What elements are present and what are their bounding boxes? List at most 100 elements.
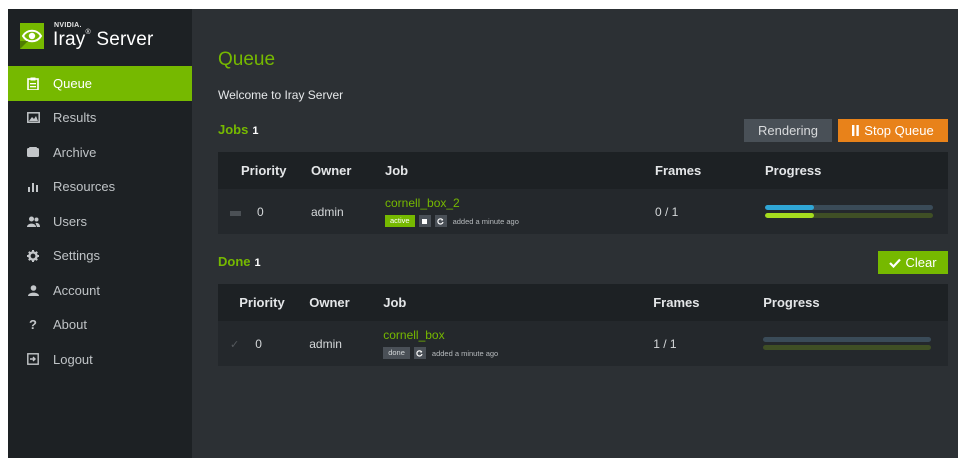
logo-product: Iray® Server xyxy=(53,29,154,51)
logout-icon xyxy=(26,352,40,366)
question-icon: ? xyxy=(29,317,37,333)
owner-column-header[interactable]: Owner xyxy=(311,152,385,189)
jobs-count: 1 xyxy=(252,125,259,137)
stop-queue-button[interactable]: Stop Queue xyxy=(838,119,948,142)
grip-icon xyxy=(230,210,241,216)
sidebar-item-label: Account xyxy=(53,282,100,298)
sidebar-item-label: Results xyxy=(53,110,97,126)
jobs-table: Priority Owner Job Frames Progress 0 adm… xyxy=(218,152,948,234)
job-meta: done added a minute ago xyxy=(383,347,653,359)
render-progress-bar xyxy=(765,205,933,210)
done-table: Priority Owner Job Frames Progress ✓ 0 a… xyxy=(218,284,948,366)
priority-column-header[interactable]: Priority xyxy=(241,152,311,189)
sidebar-item-queue[interactable]: Queue xyxy=(8,66,192,101)
clear-button[interactable]: Clear xyxy=(878,251,948,274)
sidebar-item-label: Settings xyxy=(53,248,100,264)
owner-column-header[interactable]: Owner xyxy=(309,284,383,321)
priority-value: 0 xyxy=(255,336,262,351)
user-icon xyxy=(26,283,40,297)
sidebar-item-resources[interactable]: Resources xyxy=(8,170,192,205)
drag-handle[interactable] xyxy=(218,189,241,234)
jobs-title: Jobs xyxy=(218,122,249,137)
done-count: 1 xyxy=(254,257,261,269)
progress-column-header[interactable]: Progress xyxy=(763,284,948,321)
sidebar-item-label: Resources xyxy=(53,179,116,195)
progress-bars xyxy=(763,337,932,350)
gear-icon xyxy=(26,249,40,263)
job-column-header[interactable]: Job xyxy=(383,284,653,321)
done-section-title: Done 1 xyxy=(218,254,261,269)
table-row[interactable]: 0 admin cornell_box_2 active added a min… xyxy=(218,189,948,234)
progress-bars xyxy=(765,205,933,218)
sidebar-item-label: Users xyxy=(53,213,87,229)
refresh-icon xyxy=(437,217,444,225)
clipboard-icon xyxy=(26,76,40,90)
frame-progress-bar xyxy=(765,213,933,218)
done-marker: ✓ xyxy=(218,321,239,366)
added-time: added a minute ago xyxy=(452,216,519,226)
pause-icon xyxy=(852,125,860,136)
restart-job-button[interactable] xyxy=(434,215,447,227)
sidebar-item-archive[interactable]: Archive xyxy=(8,135,192,170)
main-content: Queue Welcome to Iray Server Jobs 1 Rende… xyxy=(192,9,958,458)
logo-product-suffix: Server xyxy=(96,29,154,50)
bar-chart-icon xyxy=(26,180,40,194)
sidebar-item-results[interactable]: Results xyxy=(8,101,192,136)
grip-column-header xyxy=(218,284,239,321)
users-icon xyxy=(26,214,40,228)
rendering-button[interactable]: Rendering xyxy=(744,119,832,142)
sidebar-item-settings[interactable]: Settings xyxy=(8,239,192,274)
frames-column-header[interactable]: Frames xyxy=(653,284,763,321)
progress-column-header[interactable]: Progress xyxy=(765,152,948,189)
sidebar-item-label: Queue xyxy=(53,75,93,91)
done-title: Done xyxy=(218,254,251,269)
sidebar-item-users[interactable]: Users xyxy=(8,204,192,239)
job-name-link[interactable]: cornell_box_2 xyxy=(385,196,655,210)
frame-progress-fill xyxy=(765,213,814,218)
welcome-message: Welcome to Iray Server xyxy=(218,88,344,102)
logo-vendor: NVIDIA. xyxy=(54,22,82,29)
job-column-header[interactable]: Job xyxy=(385,152,655,189)
priority-cell: 0 xyxy=(241,189,311,234)
owner-cell: admin xyxy=(311,204,344,219)
refresh-icon xyxy=(416,349,423,357)
status-badge: done xyxy=(383,347,410,359)
jobs-section-title: Jobs 1 xyxy=(218,122,258,137)
table-row[interactable]: ✓ 0 admin cornell_box done added a minut… xyxy=(218,321,948,366)
frames-column-header[interactable]: Frames xyxy=(655,152,765,189)
frame-progress-bar xyxy=(763,345,932,350)
logo-product-name: Iray xyxy=(53,29,86,50)
sidebar-item-account[interactable]: Account xyxy=(8,273,192,308)
frames-cell: 0 / 1 xyxy=(655,204,679,219)
sidebar: NVIDIA. Iray® Server Queue Results Archi… xyxy=(8,9,192,458)
stop-icon xyxy=(422,218,428,224)
sidebar-item-label: Archive xyxy=(53,144,97,160)
stop-job-button[interactable] xyxy=(418,215,431,227)
nvidia-eye-icon xyxy=(20,23,44,49)
job-cell: cornell_box done added a minute ago xyxy=(383,321,653,366)
jobs-table-header: Priority Owner Job Frames Progress xyxy=(218,152,948,189)
job-name-link[interactable]: cornell_box xyxy=(383,328,653,342)
image-icon xyxy=(26,111,40,125)
progress-cell xyxy=(765,189,948,234)
job-meta: active added a minute ago xyxy=(385,215,655,227)
priority-column-header[interactable]: Priority xyxy=(239,284,309,321)
progress-cell xyxy=(763,321,948,366)
frames-cell: 1 / 1 xyxy=(653,336,677,351)
render-progress-bar xyxy=(763,337,932,342)
page-title: Queue xyxy=(218,49,276,70)
added-time: added a minute ago xyxy=(431,348,499,358)
priority-cell: 0 xyxy=(239,321,309,366)
sidebar-item-label: Logout xyxy=(53,351,93,367)
clear-label: Clear xyxy=(905,255,937,270)
app-window: NVIDIA. Iray® Server Queue Results Archi… xyxy=(8,9,958,458)
sidebar-nav: Queue Results Archive Resources Users Se… xyxy=(8,66,192,377)
grip-column-header xyxy=(218,152,241,189)
sidebar-item-about[interactable]: ? About xyxy=(8,308,192,343)
checkmark-icon: ✓ xyxy=(230,338,240,351)
sidebar-item-logout[interactable]: Logout xyxy=(8,342,192,377)
restart-job-button[interactable] xyxy=(413,347,426,359)
nvidia-iray-logo[interactable]: NVIDIA. Iray® Server xyxy=(20,19,190,61)
stop-queue-label: Stop Queue xyxy=(864,123,934,138)
owner-cell: admin xyxy=(309,336,342,351)
